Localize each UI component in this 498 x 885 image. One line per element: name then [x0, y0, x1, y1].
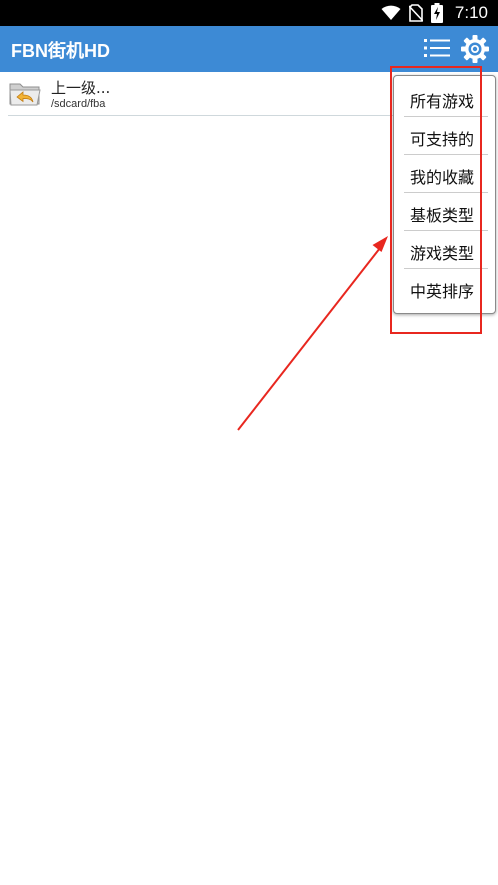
- list-icon[interactable]: [424, 37, 450, 59]
- menu-item-game-type[interactable]: 游戏类型: [404, 230, 488, 269]
- menu-item-label: 所有游戏: [410, 92, 475, 111]
- status-bar: 7:10: [0, 0, 498, 26]
- menu-item-label: 游戏类型: [410, 244, 475, 263]
- app-bar: FBN街机HD: [0, 26, 498, 72]
- menu-item-supported[interactable]: 可支持的: [404, 116, 488, 155]
- menu-item-label: 基板类型: [410, 206, 475, 225]
- app-title: FBN街机HD: [11, 41, 110, 61]
- battery-charging-icon: [430, 3, 443, 23]
- popup-menu: 所有游戏 可支持的 我的收藏 基板类型 游戏类型 中英排序: [393, 75, 496, 314]
- menu-item-sort-order[interactable]: 中英排序: [404, 268, 488, 306]
- file-name: 上一级...: [51, 79, 111, 97]
- menu-item-label: 我的收藏: [410, 168, 475, 187]
- gear-icon[interactable]: [460, 34, 490, 64]
- wifi-icon: [381, 5, 401, 20]
- folder-up-icon: [9, 83, 41, 106]
- status-time: 7:10: [454, 3, 488, 22]
- status-icons: 7:10: [381, 0, 488, 26]
- menu-item-favorites[interactable]: 我的收藏: [404, 154, 488, 193]
- menu-item-board-type[interactable]: 基板类型: [404, 192, 488, 231]
- file-path: /sdcard/fba: [51, 98, 106, 110]
- no-sim-icon: [408, 4, 423, 22]
- menu-item-label: 中英排序: [410, 282, 475, 301]
- menu-item-all-games[interactable]: 所有游戏: [404, 78, 488, 117]
- menu-item-label: 可支持的: [410, 130, 475, 149]
